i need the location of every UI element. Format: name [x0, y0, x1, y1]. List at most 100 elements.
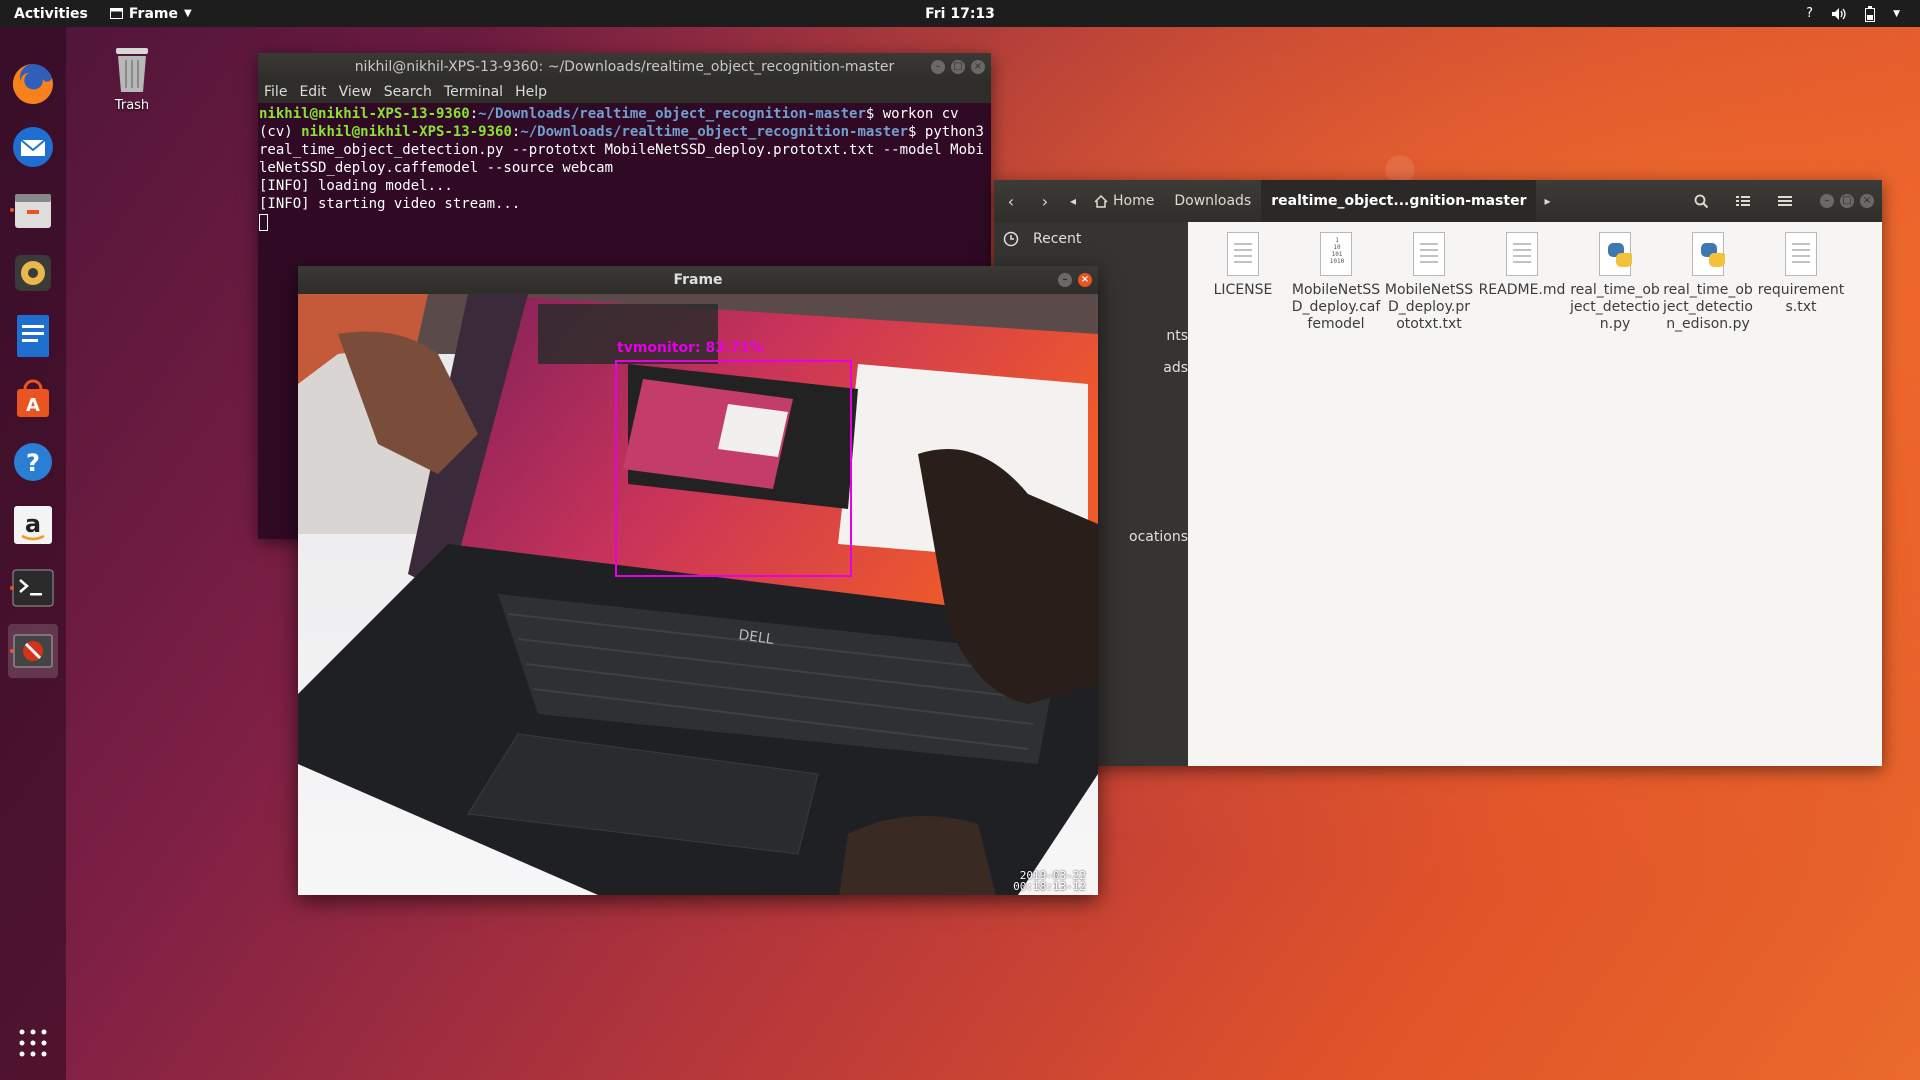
sidebar-item-recent[interactable]: Recent [994, 222, 1188, 256]
menu-button[interactable] [1764, 180, 1806, 222]
minimize-button[interactable]: – [1058, 273, 1072, 287]
files-icon [15, 194, 51, 228]
command-1: $ workon cv [865, 106, 959, 122]
file-name: real_time_object_detection.py [1570, 282, 1660, 332]
file-item[interactable]: requirements.txt [1756, 232, 1846, 316]
volume-icon[interactable] [1831, 7, 1847, 21]
output-line: [INFO] loading model... [259, 178, 453, 194]
music-icon [15, 255, 51, 291]
svg-text:?: ? [26, 449, 40, 477]
desktop-trash[interactable]: Trash [100, 44, 164, 113]
file-item[interactable]: LICENSE [1198, 232, 1288, 299]
grid-icon [19, 1029, 47, 1057]
trash-label: Trash [114, 98, 150, 113]
maximize-button[interactable]: □ [1840, 194, 1854, 208]
frame-titlebar[interactable]: Frame – × [298, 266, 1098, 294]
file-item[interactable]: real_time_object_detection.py [1570, 232, 1660, 333]
menu-help[interactable]: Help [515, 84, 547, 100]
timestamp-time: 00:18:13-12 [1013, 880, 1086, 893]
file-name: MobileNetSSD_deploy.prototxt.txt [1384, 282, 1474, 332]
menu-terminal[interactable]: Terminal [444, 84, 503, 100]
menu-view[interactable]: View [339, 84, 372, 100]
dock-writer[interactable] [8, 309, 58, 363]
view-toggle-button[interactable] [1722, 180, 1764, 222]
dock-help[interactable]: ? [8, 435, 58, 489]
video-timestamp: 2019-03-22 00:18:13-12 [1013, 870, 1086, 892]
menu-edit[interactable]: Edit [299, 84, 326, 100]
breadcrumb-current[interactable]: realtime_object...gnition-master [1261, 180, 1537, 222]
frame-window[interactable]: Frame – × DELL tvmonitor: 83.71% 2019-03… [298, 266, 1098, 895]
file-item[interactable]: real_time_object_detection_edison.py [1663, 232, 1753, 333]
document-icon [17, 315, 49, 357]
prompt-user: nikhil@nikhil-XPS-13-9360 [259, 106, 470, 122]
prompt-path: ~/Downloads/realtime_object_recognition-… [520, 124, 909, 140]
menu-file[interactable]: File [264, 84, 287, 100]
running-indicator [10, 649, 14, 653]
dock-firefox[interactable] [8, 57, 58, 111]
breadcrumb-downloads[interactable]: Downloads [1164, 180, 1261, 222]
battery-icon[interactable] [1865, 5, 1876, 22]
terminal-icon [12, 569, 54, 607]
system-tray[interactable]: ? ▼ [1806, 0, 1900, 27]
app-menu[interactable]: Frame ▼ [109, 5, 192, 22]
dock-terminal[interactable] [8, 561, 58, 615]
prompt-path: ~/Downloads/realtime_object_recognition-… [478, 106, 866, 122]
detection-bounding-box [615, 360, 852, 577]
running-indicator [10, 208, 14, 212]
files-headerbar: ‹ › ◂ Home Downloads realtime_object...g… [994, 180, 1882, 222]
clock[interactable]: Fri 17:13 [0, 6, 1920, 22]
binary-glyph: 1 10 101 1010 [1329, 237, 1345, 265]
menu-search[interactable]: Search [384, 84, 432, 100]
system-menu-chevron-icon[interactable]: ▼ [1893, 9, 1900, 19]
detection-label: tvmonitor: 83.71% [617, 340, 764, 356]
file-item[interactable]: 1 10 101 1010 MobileNetSSD_deploy.caffem… [1291, 232, 1381, 333]
file-item[interactable]: MobileNetSSD_deploy.prototxt.txt [1384, 232, 1474, 333]
back-button[interactable]: ‹ [994, 186, 1028, 216]
files-window[interactable]: ‹ › ◂ Home Downloads realtime_object...g… [994, 180, 1882, 766]
software-store-icon: A [17, 379, 49, 417]
terminal-output[interactable]: nikhil@nikhil-XPS-13-9360:~/Downloads/re… [258, 103, 991, 231]
sidebar-item-label: nts [1166, 328, 1188, 344]
svg-text:A: A [26, 395, 40, 416]
text-file-icon [1502, 232, 1542, 278]
search-button[interactable] [1680, 180, 1722, 222]
hamburger-icon [1778, 196, 1792, 206]
activities-button[interactable]: Activities [0, 6, 102, 22]
webcam-video-feed: DELL tvmonitor: 83.71% 2019-03-22 00:18:… [298, 294, 1098, 895]
no-entry-icon [13, 634, 53, 668]
help-indicator[interactable]: ? [1806, 6, 1813, 21]
clock-icon [1003, 231, 1019, 247]
file-name: README.md [1478, 282, 1566, 298]
file-name: real_time_object_detection_edison.py [1663, 282, 1753, 332]
forward-button[interactable]: › [1028, 186, 1062, 216]
firefox-icon [12, 63, 53, 104]
python-file-icon [1595, 232, 1635, 278]
text-file-icon [1781, 232, 1821, 278]
close-button[interactable]: × [1860, 194, 1874, 208]
close-button[interactable]: × [1078, 273, 1092, 287]
dock-files[interactable] [8, 183, 58, 237]
list-view-icon [1736, 196, 1750, 206]
minimize-button[interactable]: – [1820, 194, 1834, 208]
breadcrumb-right-arrow-icon[interactable]: ▸ [1536, 186, 1558, 216]
frame-title: Frame [673, 272, 723, 288]
dock-thunderbird[interactable] [8, 120, 58, 174]
dock-rhythmbox[interactable] [8, 246, 58, 300]
close-button[interactable]: × [971, 60, 985, 74]
minimize-button[interactable]: – [931, 60, 945, 74]
files-content[interactable]: LICENSE 1 10 101 1010 MobileNetSSD_deplo… [1188, 222, 1882, 766]
dock-amazon[interactable]: a [8, 498, 58, 552]
show-applications-button[interactable] [0, 1020, 66, 1066]
sidebar-item-label: Recent [1033, 231, 1082, 247]
python-file-icon [1688, 232, 1728, 278]
mail-icon [13, 127, 53, 167]
dock-software[interactable]: A [8, 372, 58, 426]
breadcrumb-home[interactable]: Home [1084, 180, 1164, 222]
file-item[interactable]: README.md [1477, 232, 1567, 299]
window-icon [109, 8, 123, 19]
breadcrumb-left-arrow-icon[interactable]: ◂ [1062, 186, 1084, 216]
app-menu-label: Frame [128, 5, 178, 22]
maximize-button[interactable]: □ [951, 60, 965, 74]
terminal-titlebar[interactable]: nikhil@nikhil-XPS-13-9360: ~/Downloads/r… [258, 53, 991, 81]
dock-frame[interactable] [8, 624, 58, 678]
